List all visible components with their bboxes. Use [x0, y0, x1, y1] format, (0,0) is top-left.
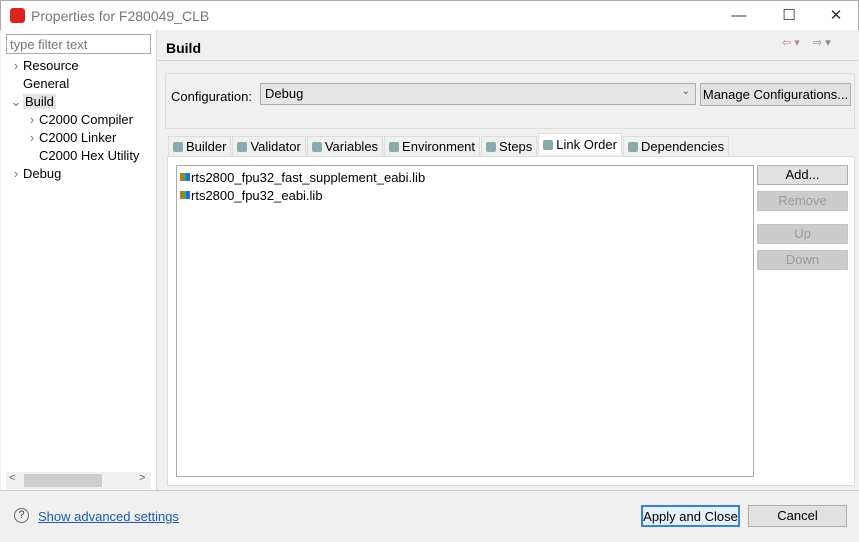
tab-label: Steps	[499, 139, 533, 154]
close-button[interactable]: ✕	[816, 5, 856, 27]
scrollbar-thumb[interactable]	[24, 474, 102, 487]
validator-icon	[237, 141, 248, 152]
manage-configurations-button[interactable]: Manage Configurations...	[700, 83, 851, 106]
sidebar-item-debug[interactable]: › Debug	[9, 166, 61, 184]
chevron-down-icon: ⌄	[681, 86, 690, 97]
main-panel: Build ⇦ ▾ ⇨ ▾ Configuration: Debug ⌄ Man…	[158, 30, 858, 490]
app-icon	[10, 8, 25, 23]
link-order-list[interactable]: rts2800_fpu32_fast_supplement_eabi.librt…	[176, 165, 754, 477]
filter-input[interactable]	[6, 34, 151, 54]
sidebar-item-label: C2000 Hex Utility	[39, 148, 140, 163]
add-button[interactable]: Add...	[757, 165, 848, 185]
horizontal-scrollbar[interactable]: < >	[6, 472, 151, 489]
library-name: rts2800_fpu32_fast_supplement_eabi.lib	[191, 169, 426, 185]
sidebar-item-label: Debug	[23, 166, 62, 181]
tab-label: Environment	[402, 139, 476, 154]
sidebar-item-label: C2000 Compiler	[39, 112, 133, 127]
configuration-select[interactable]: Debug ⌄	[260, 83, 696, 105]
sidebar-item-c2000-compiler[interactable]: › C2000 Compiler	[25, 112, 133, 130]
tab-steps[interactable]: Steps	[481, 136, 538, 156]
tab-bar: Builder Validator Variables Environment Step…	[168, 133, 730, 156]
steps-icon	[486, 141, 497, 152]
tab-label: Link Order	[556, 137, 617, 152]
apply-and-close-button[interactable]: Apply and Close	[641, 505, 740, 527]
sidebar-item-build[interactable]: ⌄ Build	[9, 94, 56, 112]
chevron-right-icon[interactable]: ›	[9, 58, 23, 73]
page-title: Build	[166, 40, 201, 56]
dependencies-icon	[627, 141, 638, 152]
sidebar: ›ResourceGeneral⌄Build›C2000 Compiler›C2…	[1, 30, 157, 490]
tab-builder[interactable]: Builder	[168, 136, 232, 156]
chevron-right-icon[interactable]: ›	[25, 130, 39, 145]
environment-icon	[389, 141, 400, 152]
tab-label: Builder	[186, 139, 227, 154]
window-title: Properties for F280049_CLB	[31, 8, 210, 24]
chevron-down-icon[interactable]: ⌄	[9, 94, 23, 110]
tab-label: Variables	[324, 139, 379, 154]
forward-nav-button[interactable]: ⇨ ▾	[813, 36, 831, 49]
builder-icon	[173, 141, 183, 152]
down-button[interactable]: Down	[757, 250, 848, 270]
minimize-button[interactable]: —	[719, 5, 759, 27]
title-bar: Properties for F280049_CLB — ☐ ✕	[0, 0, 859, 30]
tab-link-order[interactable]: Link Order	[538, 133, 622, 155]
sidebar-item-label: Build	[23, 94, 56, 109]
tab-environment[interactable]: Environment	[384, 136, 481, 156]
chevron-right-icon[interactable]: ›	[9, 166, 23, 181]
library-icon	[180, 173, 190, 181]
list-item[interactable]: rts2800_fpu32_eabi.lib	[180, 186, 323, 204]
sidebar-item-c2000-hex-utility[interactable]: C2000 Hex Utility	[25, 148, 139, 166]
tab-variables[interactable]: Variables	[306, 136, 384, 156]
configuration-value: Debug	[265, 86, 304, 101]
back-nav-button[interactable]: ⇦ ▾	[782, 36, 800, 49]
sidebar-item-label: General	[23, 76, 70, 91]
sidebar-item-c2000-linker[interactable]: › C2000 Linker	[25, 130, 117, 148]
footer: ? Show advanced settings Apply and Close…	[0, 490, 859, 542]
sidebar-item-label: Resource	[23, 58, 79, 73]
tab-dependencies[interactable]: Dependencies	[622, 136, 730, 156]
scroll-right-icon[interactable]: >	[139, 472, 145, 484]
maximize-button[interactable]: ☐	[769, 5, 809, 27]
divider	[158, 60, 858, 61]
cancel-button[interactable]: Cancel	[748, 505, 847, 527]
tab-content: rts2800_fpu32_fast_supplement_eabi.librt…	[167, 156, 855, 486]
sidebar-item-resource[interactable]: › Resource	[9, 58, 79, 76]
configuration-label: Configuration:	[171, 89, 252, 104]
sidebar-item-label: C2000 Linker	[39, 130, 117, 145]
list-item[interactable]: rts2800_fpu32_fast_supplement_eabi.lib	[180, 168, 425, 186]
link-order-icon	[543, 139, 554, 150]
chevron-right-icon[interactable]: ›	[25, 112, 39, 127]
variables-icon	[311, 141, 322, 152]
library-icon	[180, 191, 190, 199]
library-name: rts2800_fpu32_eabi.lib	[191, 187, 323, 203]
scroll-left-icon[interactable]: <	[9, 472, 15, 484]
tab-validator[interactable]: Validator	[232, 136, 306, 156]
help-icon[interactable]: ?	[14, 508, 29, 523]
show-advanced-settings-link[interactable]: Show advanced settings	[38, 509, 179, 524]
sidebar-item-general[interactable]: General	[9, 76, 69, 94]
up-button[interactable]: Up	[757, 224, 848, 244]
remove-button[interactable]: Remove	[757, 191, 848, 211]
tab-label: Dependencies	[640, 139, 725, 154]
tab-label: Validator	[250, 139, 301, 154]
